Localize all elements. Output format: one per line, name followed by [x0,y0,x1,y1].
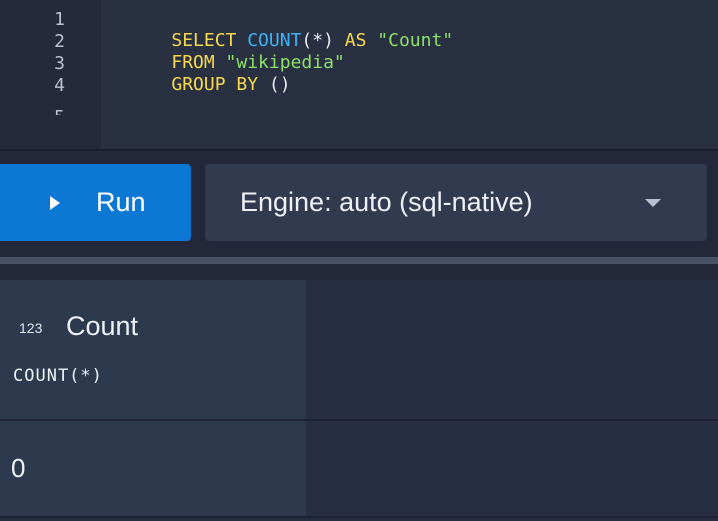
header-filler [306,280,718,419]
code-line-3[interactable]: GROUP BY () [128,53,291,116]
line-number: 5 [25,97,65,115]
run-button[interactable]: Run [0,164,191,241]
play-icon [50,195,60,210]
column-expression: COUNT(*) [13,366,103,386]
sql-keyword: AS [344,30,378,51]
cell-value: 0 [11,453,26,483]
sql-editor[interactable]: 1 2 3 4 5 SELECT COUNT(*) AS "Count" FRO… [0,0,718,149]
line-number: 4 [54,75,65,96]
resize-handle[interactable] [0,257,718,264]
run-button-label: Run [96,187,146,217]
query-controls: Run Engine: auto (sql-native) [0,151,718,255]
table-cell[interactable]: 0 [0,421,306,516]
numeric-type-icon: 123 [19,320,43,336]
line-number: 2 [54,31,65,52]
line-number-gutter: 1 2 3 4 5 [0,0,101,149]
sql-keyword: GROUP BY [171,74,269,95]
line-number: 1 [54,9,65,30]
column-header-count[interactable]: 123 Count COUNT(*) [0,280,306,419]
engine-select[interactable]: Engine: auto (sql-native) [205,164,707,241]
sql-string: "Count" [377,30,454,51]
sql-punctuation: () [268,74,291,95]
chevron-down-icon [645,199,661,207]
results-table: 123 Count COUNT(*) 0 [0,280,718,521]
row-filler [306,421,718,516]
row-divider [0,516,718,518]
line-number: 3 [54,53,65,74]
column-name: Count [66,311,139,341]
engine-select-label: Engine: auto (sql-native) [240,187,533,217]
